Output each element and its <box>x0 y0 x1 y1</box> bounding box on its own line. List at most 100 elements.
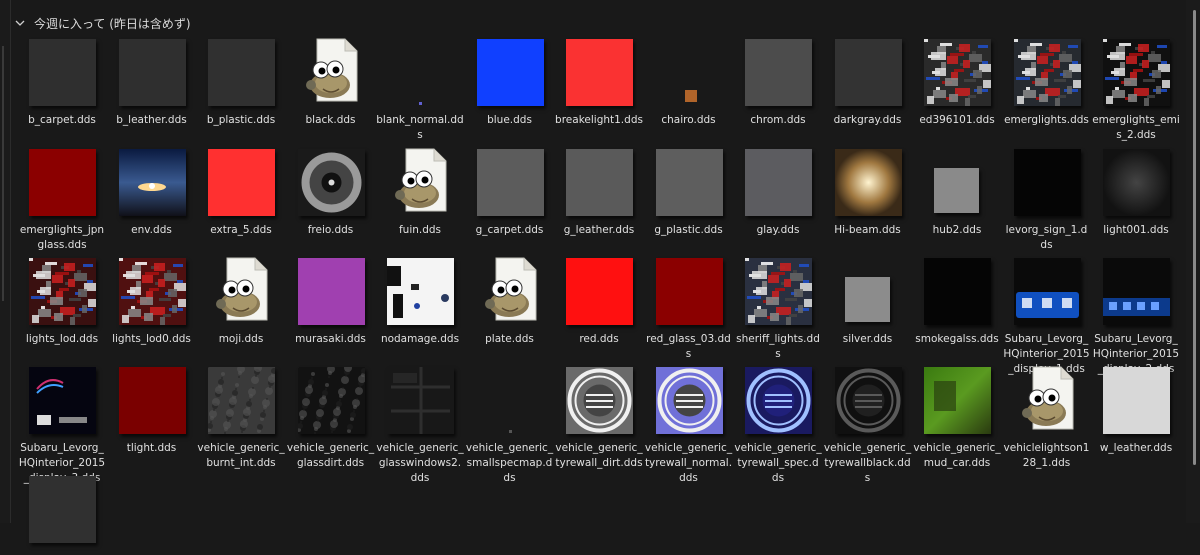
file-thumbnail[interactable] <box>824 36 912 118</box>
file-item[interactable]: hub2.dds <box>913 146 1001 236</box>
file-item[interactable]: emerglights.dds <box>1003 36 1091 126</box>
file-item[interactable]: Hi-beam.dds <box>824 146 912 236</box>
file-item[interactable]: murasaki.dds <box>287 255 375 345</box>
file-item[interactable]: darkgray.dds <box>824 36 912 126</box>
file-item[interactable]: breakelight1.dds <box>555 36 643 126</box>
file-thumbnail[interactable] <box>287 36 375 118</box>
file-thumbnail[interactable] <box>466 36 554 118</box>
file-item[interactable]: lights_lod0.dds <box>108 255 196 345</box>
file-thumbnail[interactable] <box>1092 36 1180 118</box>
file-item[interactable]: levorg_sign_1.dds <box>1003 146 1091 251</box>
file-thumbnail[interactable] <box>555 146 643 228</box>
file-item[interactable]: smokegalss.dds <box>913 255 1001 345</box>
file-thumbnail[interactable] <box>197 364 285 446</box>
file-item[interactable]: blank_normal.dds <box>376 36 464 141</box>
file-item[interactable]: vehicle_generic_smallspecmap.dds <box>466 364 554 484</box>
file-thumbnail[interactable] <box>555 364 643 446</box>
file-item[interactable]: extra_5.dds <box>197 146 285 236</box>
file-thumbnail[interactable] <box>287 364 375 446</box>
file-thumbnail[interactable] <box>376 255 464 337</box>
file-thumbnail[interactable] <box>197 255 285 337</box>
file-item[interactable]: vehicle_generic_tyrewallblack.dds <box>824 364 912 484</box>
file-thumbnail[interactable] <box>18 255 106 337</box>
file-item[interactable]: g_carpet.dds <box>466 146 554 236</box>
file-thumbnail[interactable] <box>18 146 106 228</box>
file-item[interactable]: tlight.dds <box>108 364 196 454</box>
file-item[interactable]: vehicle_generic_burnt_int.dds <box>197 364 285 469</box>
file-thumbnail[interactable] <box>287 255 375 337</box>
file-thumbnail[interactable] <box>376 146 464 228</box>
file-item[interactable]: emerglights_jpnglass.dds <box>18 146 106 251</box>
file-item[interactable]: ed396101.dds <box>913 36 1001 126</box>
file-thumbnail[interactable] <box>466 146 554 228</box>
file-thumbnail[interactable] <box>824 364 912 446</box>
file-item[interactable]: w_leather.dds <box>1092 364 1180 454</box>
file-thumbnail[interactable] <box>108 146 196 228</box>
file-item[interactable]: vehicle_generic_glassdirt.dds <box>287 364 375 469</box>
file-item[interactable]: nodamage.dds <box>376 255 464 345</box>
file-thumbnail[interactable] <box>1003 146 1091 228</box>
file-thumbnail[interactable] <box>555 36 643 118</box>
file-item[interactable]: chairo.dds <box>645 36 733 126</box>
file-item[interactable]: vehicle_generic_mud_car.dds <box>913 364 1001 469</box>
vertical-scrollbar[interactable] <box>1186 0 1200 523</box>
file-thumbnail[interactable] <box>287 146 375 228</box>
file-thumbnail[interactable] <box>645 364 733 446</box>
file-thumbnail[interactable] <box>734 146 822 228</box>
file-item[interactable]: g_plastic.dds <box>645 146 733 236</box>
file-thumbnail[interactable] <box>108 255 196 337</box>
file-thumbnail[interactable] <box>913 255 1001 337</box>
file-item[interactable]: sheriff_lights.dds <box>734 255 822 360</box>
file-item[interactable]: light001.dds <box>1092 146 1180 236</box>
file-item[interactable]: Subaru_Levorg_HQinterior_2015_display_2.… <box>1092 255 1180 375</box>
file-thumbnail[interactable] <box>1003 255 1091 337</box>
file-item[interactable]: silver.dds <box>824 255 912 345</box>
file-item[interactable]: glay.dds <box>734 146 822 236</box>
file-thumbnail[interactable] <box>913 36 1001 118</box>
file-thumbnail[interactable] <box>18 364 106 446</box>
file-item[interactable]: vehicle_generic_tyrewall_spec.dds <box>734 364 822 484</box>
file-item[interactable]: lights_lod.dds <box>18 255 106 345</box>
file-item[interactable]: blue.dds <box>466 36 554 126</box>
file-thumbnail[interactable] <box>108 364 196 446</box>
file-thumbnail[interactable] <box>1003 364 1091 446</box>
group-header[interactable]: 今週に入って (昨日は含めず) <box>14 13 191 33</box>
file-item[interactable]: g_leather.dds <box>555 146 643 236</box>
file-thumbnail[interactable] <box>1092 255 1180 337</box>
file-item[interactable]: red.dds <box>555 255 643 345</box>
file-item[interactable]: Subaru_Levorg_HQinterior_2015_display_3.… <box>18 364 106 484</box>
file-item[interactable]: env.dds <box>108 146 196 236</box>
file-thumbnail[interactable] <box>913 146 1001 228</box>
file-thumbnail[interactable] <box>824 146 912 228</box>
file-thumbnail[interactable] <box>18 473 106 555</box>
file-thumbnail[interactable] <box>466 364 554 446</box>
file-item[interactable]: b_carpet.dds <box>18 36 106 126</box>
file-item[interactable] <box>18 473 106 555</box>
file-item[interactable]: plate.dds <box>466 255 554 345</box>
file-thumbnail[interactable] <box>197 146 285 228</box>
file-item[interactable]: chrom.dds <box>734 36 822 126</box>
file-item[interactable]: b_plastic.dds <box>197 36 285 126</box>
file-thumbnail[interactable] <box>466 255 554 337</box>
file-thumbnail[interactable] <box>1003 36 1091 118</box>
file-item[interactable]: freio.dds <box>287 146 375 236</box>
file-thumbnail[interactable] <box>645 36 733 118</box>
file-thumbnail[interactable] <box>645 146 733 228</box>
file-item[interactable]: Subaru_Levorg_HQinterior_2015_display_1.… <box>1003 255 1091 375</box>
file-item[interactable]: black.dds <box>287 36 375 126</box>
file-thumbnail[interactable] <box>18 36 106 118</box>
file-thumbnail[interactable] <box>734 36 822 118</box>
file-item[interactable]: red_glass_03.dds <box>645 255 733 360</box>
file-item[interactable]: vehicle_generic_tyrewall_normal.dds <box>645 364 733 484</box>
file-thumbnail[interactable] <box>734 255 822 337</box>
chevron-down-icon[interactable] <box>14 17 26 29</box>
file-thumbnail[interactable] <box>1092 364 1180 446</box>
file-thumbnail[interactable] <box>376 36 464 118</box>
file-thumbnail[interactable] <box>108 36 196 118</box>
file-item[interactable]: vehicle_generic_glasswindows2.dds <box>376 364 464 484</box>
file-thumbnail[interactable] <box>555 255 643 337</box>
file-thumbnail[interactable] <box>824 255 912 337</box>
file-thumbnail[interactable] <box>376 364 464 446</box>
file-thumbnail[interactable] <box>645 255 733 337</box>
file-item[interactable]: fuin.dds <box>376 146 464 236</box>
